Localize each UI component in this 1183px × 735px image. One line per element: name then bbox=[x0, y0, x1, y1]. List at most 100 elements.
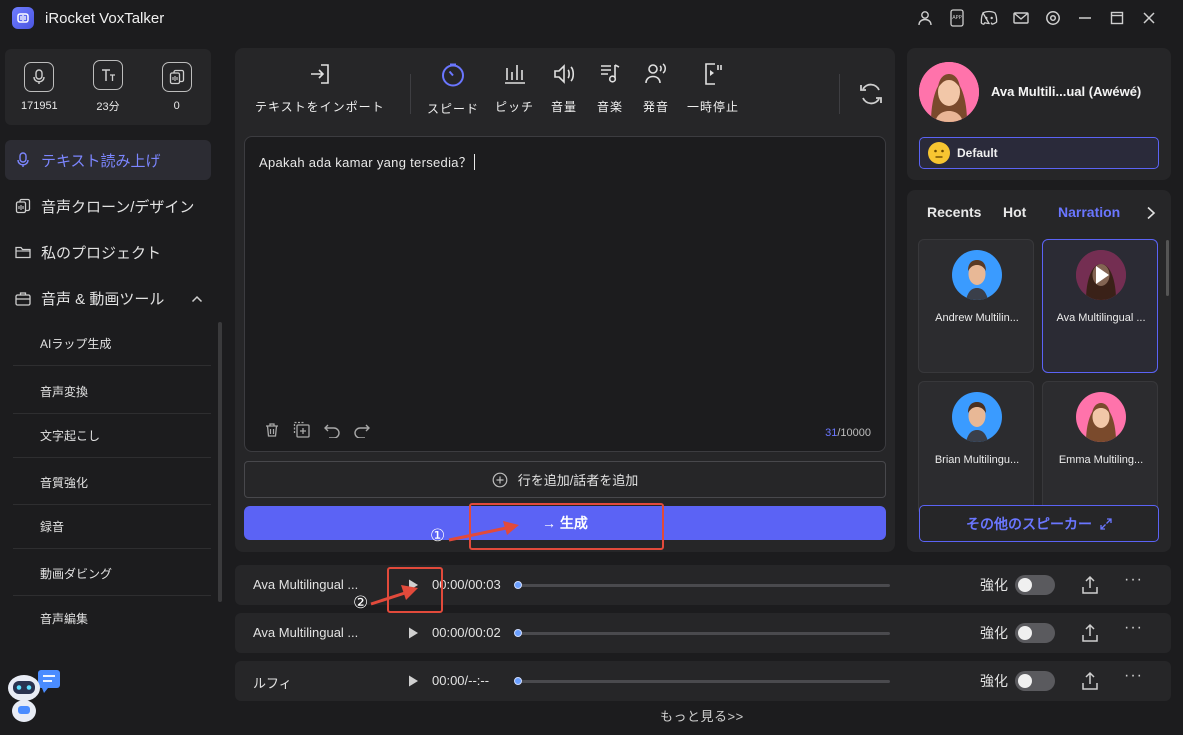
sidebar-item-label: テキスト読み上げ bbox=[41, 152, 161, 170]
text-editor[interactable]: Apakah ada kamar yang tersedia？ 31/10000 bbox=[244, 136, 886, 452]
sidebar-item-audio-video-tools[interactable]: 音声 & 動画ツール bbox=[5, 278, 211, 318]
sidebar-item-my-projects[interactable]: 私のプロジェクト bbox=[5, 232, 211, 272]
sidebar-subitem-video-dubbing[interactable]: 動画ダビング bbox=[13, 552, 211, 596]
stat-value: 0 bbox=[173, 100, 180, 112]
folder-icon bbox=[15, 244, 31, 260]
see-more-link[interactable]: もっと見る>> bbox=[660, 706, 744, 725]
play-icon[interactable] bbox=[405, 673, 421, 689]
text-icon bbox=[92, 60, 123, 90]
voice-tile-name: Andrew Multilin... bbox=[935, 312, 1019, 324]
enhance-toggle[interactable] bbox=[1015, 671, 1055, 691]
voice-avatar[interactable] bbox=[919, 62, 979, 122]
export-icon[interactable] bbox=[1080, 671, 1100, 691]
user-icon[interactable] bbox=[909, 6, 941, 30]
undo-icon[interactable] bbox=[323, 421, 341, 439]
tab-narration[interactable]: Narration bbox=[1058, 204, 1120, 220]
audio-row: ルフィ 00:00/--:-- 強化 ··· bbox=[235, 661, 1171, 701]
pause-button[interactable]: 一時停止 bbox=[687, 62, 739, 115]
music-icon bbox=[601, 64, 620, 83]
chevron-right-icon[interactable] bbox=[1145, 206, 1157, 223]
sidebar-subitem-audio-enhance[interactable]: 音質強化 bbox=[13, 461, 211, 505]
tab-recents[interactable]: Recents bbox=[927, 204, 981, 220]
sidebar-item-label: 音声 & 動画ツール bbox=[41, 290, 165, 308]
mail-icon[interactable] bbox=[1005, 6, 1037, 30]
sidebar-subitem-voice-changer[interactable]: 音声変換 bbox=[13, 370, 211, 414]
audio-progress-bar[interactable] bbox=[514, 581, 890, 589]
add-block-icon[interactable] bbox=[293, 421, 311, 439]
voice-tile-ava[interactable]: Ava Multilingual ... bbox=[1042, 239, 1158, 373]
volume-button[interactable]: 音量 bbox=[551, 62, 577, 115]
sidebar-scrollbar[interactable] bbox=[218, 322, 222, 602]
progress-handle[interactable] bbox=[514, 677, 522, 685]
sidebar-item-voice-clone[interactable]: 音声クローン/デザイン bbox=[5, 186, 211, 226]
tab-hot[interactable]: Hot bbox=[1003, 204, 1026, 220]
toggle-knob bbox=[1018, 626, 1032, 640]
progress-handle[interactable] bbox=[514, 629, 522, 637]
voices-scrollbar[interactable] bbox=[1166, 240, 1169, 296]
voice-style-dropdown[interactable]: Default bbox=[919, 137, 1159, 169]
speed-icon bbox=[442, 63, 464, 87]
play-icon[interactable] bbox=[405, 625, 421, 641]
voices-panel: Recents Hot Narration Andrew Multilin...… bbox=[907, 190, 1171, 552]
assistant-bot-icon[interactable] bbox=[6, 668, 62, 724]
toolbar-divider bbox=[839, 74, 840, 114]
music-button[interactable]: 音楽 bbox=[597, 62, 623, 115]
import-text-button[interactable]: テキストをインポート bbox=[255, 62, 385, 115]
trash-icon[interactable] bbox=[263, 421, 281, 439]
discord-icon[interactable] bbox=[973, 6, 1005, 30]
expand-icon bbox=[1100, 517, 1112, 530]
annotation-arrow-one bbox=[448, 521, 519, 542]
audio-row-name: Ava Multilingual ... bbox=[253, 625, 359, 640]
export-icon[interactable] bbox=[1080, 575, 1100, 595]
sidebar-subitem-ai-rap[interactable]: AIラップ生成 bbox=[13, 322, 211, 366]
refresh-icon[interactable] bbox=[858, 81, 884, 110]
maximize-icon[interactable] bbox=[1101, 6, 1133, 30]
sidebar-item-label: 私のプロジェクト bbox=[41, 244, 162, 262]
pronunciation-button[interactable]: 発音 bbox=[643, 62, 669, 115]
sidebar-subitem-audio-editor[interactable]: 音声編集 bbox=[13, 596, 211, 640]
sidebar-subitem-label: 文字起こし bbox=[40, 429, 101, 443]
enhance-toggle[interactable] bbox=[1015, 575, 1055, 595]
pitch-button[interactable]: ピッチ bbox=[495, 62, 534, 115]
redo-icon[interactable] bbox=[353, 421, 371, 439]
sidebar-subitem-recording[interactable]: 録音 bbox=[13, 505, 211, 549]
voice-tile-brian[interactable]: Brian Multilingu... bbox=[918, 381, 1034, 515]
stat-value: 23分 bbox=[96, 101, 120, 113]
tool-label: 一時停止 bbox=[687, 100, 740, 114]
more-options-icon[interactable]: ··· bbox=[1124, 619, 1143, 637]
tool-label: テキストをインポート bbox=[255, 100, 385, 114]
speed-button[interactable]: スピード bbox=[427, 62, 479, 117]
add-line-speaker-button[interactable]: 行を追加/話者を追加 bbox=[244, 461, 886, 498]
sidebar-item-text-to-speech[interactable]: テキスト読み上げ bbox=[5, 140, 211, 180]
selected-voice-card: Ava Multili...ual (Awéwé) Default bbox=[907, 48, 1171, 180]
audio-progress-bar[interactable] bbox=[514, 677, 890, 685]
toolbar-divider bbox=[410, 74, 411, 114]
sidebar-subitem-transcription[interactable]: 文字起こし bbox=[13, 414, 211, 458]
chevron-up-icon[interactable] bbox=[191, 291, 203, 308]
stat-value: 171951 bbox=[20, 100, 58, 112]
audio-progress-bar[interactable] bbox=[514, 629, 890, 637]
tool-label: スピード bbox=[427, 102, 480, 116]
enhance-label: 強化 bbox=[980, 673, 1008, 689]
voice-tile-emma[interactable]: Emma Multiling... bbox=[1042, 381, 1158, 515]
minimize-icon[interactable] bbox=[1069, 6, 1101, 30]
annotation-arrow-two bbox=[370, 585, 418, 606]
voice-tile-andrew[interactable]: Andrew Multilin... bbox=[918, 239, 1034, 373]
more-speakers-button[interactable]: その他のスピーカー bbox=[919, 505, 1159, 542]
more-options-icon[interactable]: ··· bbox=[1124, 667, 1143, 685]
editor-text[interactable]: Apakah ada kamar yang tersedia？ bbox=[259, 152, 476, 171]
voice-avatar bbox=[1076, 392, 1126, 442]
close-icon[interactable] bbox=[1133, 6, 1165, 30]
app-icon[interactable]: APP bbox=[941, 6, 973, 30]
audio-row-time: 00:00/00:02 bbox=[432, 625, 501, 640]
audio-row-name: Ava Multilingual ... bbox=[253, 577, 359, 592]
settings-icon[interactable] bbox=[1037, 6, 1069, 30]
more-options-icon[interactable]: ··· bbox=[1124, 571, 1143, 589]
enhance-toggle[interactable] bbox=[1015, 623, 1055, 643]
export-icon[interactable] bbox=[1080, 623, 1100, 643]
progress-handle[interactable] bbox=[514, 581, 522, 589]
editor-text-value[interactable]: Apakah ada kamar yang tersedia？ bbox=[259, 155, 472, 170]
sidebar-subitem-label: AIラップ生成 bbox=[40, 337, 112, 351]
enhance-label: 強化 bbox=[980, 577, 1008, 593]
voice-avatar bbox=[952, 250, 1002, 300]
